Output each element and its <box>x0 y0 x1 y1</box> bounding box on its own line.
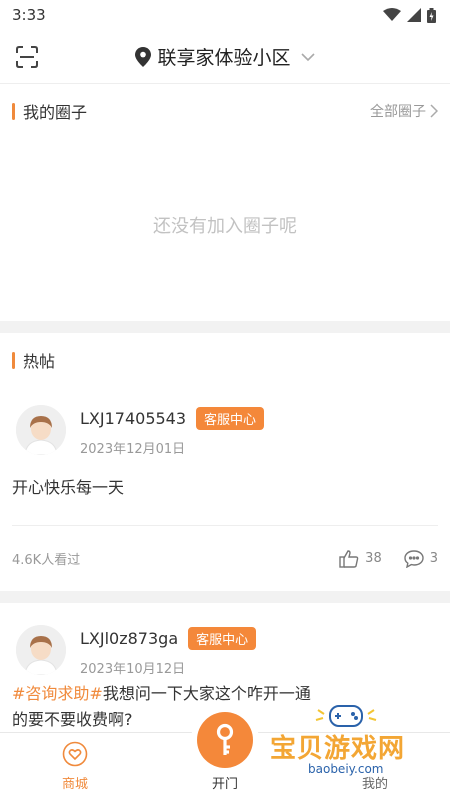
author-row: LXJl0z873ga 客服中心 <box>80 627 257 650</box>
signal-icon <box>407 8 421 22</box>
top-bar: 联享家体验小区 <box>0 30 450 84</box>
hot-posts-title-text: 热帖 <box>23 352 56 371</box>
hot-posts-header: 热帖 <box>0 333 450 387</box>
status-time: 3:33 <box>12 6 46 24</box>
post-divider <box>0 591 450 603</box>
nav-mine-label: 我的 <box>361 777 388 792</box>
location-selector[interactable]: 联享家体验小区 <box>135 43 315 70</box>
topic-tag[interactable]: #咨询求助# <box>12 684 103 703</box>
comment-count: 3 <box>429 551 438 566</box>
location-name: 联享家体验小区 <box>157 47 291 69</box>
post-actions: 38 3 <box>339 549 438 568</box>
author-badge: 客服中心 <box>188 627 257 650</box>
section-accent-bar <box>12 102 15 120</box>
post-header: LXJ17405543 客服中心 2023年12月01日 <box>12 387 438 457</box>
scan-button[interactable] <box>14 44 40 70</box>
avatar-icon <box>16 625 66 675</box>
post-header: LXJl0z873ga 客服中心 2023年10月12日 <box>12 603 438 677</box>
status-icons <box>383 7 436 23</box>
comment-icon <box>404 549 424 568</box>
author-name[interactable]: LXJ17405543 <box>80 409 186 428</box>
like-button[interactable]: 38 <box>339 549 382 568</box>
post-content[interactable]: 开心快乐每一天 <box>12 475 438 501</box>
post-date: 2023年10月12日 <box>80 662 186 677</box>
nav-open-door-label: 开门 <box>211 777 238 792</box>
my-circles-title-text: 我的圈子 <box>23 103 88 122</box>
wifi-icon <box>383 8 401 21</box>
post-item[interactable]: LXJ17405543 客服中心 2023年12月01日 开心快乐每一天 4.6… <box>0 387 450 591</box>
section-accent-bar <box>12 351 15 369</box>
author-row: LXJ17405543 客服中心 <box>80 407 265 430</box>
scan-icon <box>16 46 38 68</box>
section-divider <box>0 321 450 333</box>
post-footer: 4.6K人看过 38 3 <box>12 525 438 591</box>
heart-circle-icon <box>62 741 88 767</box>
post-date: 2023年12月01日 <box>80 442 186 457</box>
location-pin-icon <box>135 46 152 67</box>
chevron-right-icon <box>430 104 438 118</box>
key-icon <box>216 723 234 755</box>
avatar[interactable] <box>16 625 66 675</box>
comment-button[interactable]: 3 <box>404 549 438 568</box>
avatar-icon <box>16 405 66 455</box>
avatar[interactable] <box>16 405 66 455</box>
hot-posts-title: 热帖 <box>12 348 55 372</box>
battery-icon <box>427 7 436 23</box>
open-door-button[interactable] <box>197 712 253 768</box>
post-meta: LXJ17405543 客服中心 2023年12月01日 <box>80 405 265 457</box>
thumbs-up-icon <box>339 549 359 568</box>
my-circles-title: 我的圈子 <box>12 99 87 123</box>
nav-mall-label: 商城 <box>61 777 88 792</box>
post-meta: LXJl0z873ga 客服中心 2023年10月12日 <box>80 625 257 677</box>
empty-circles-message: 还没有加入圈子呢 <box>153 215 297 237</box>
author-badge: 客服中心 <box>196 407 265 430</box>
nav-mine[interactable]: 我的 <box>300 733 450 800</box>
post-content[interactable]: #咨询求助#我想问一下大家这个咋开一通的要不要收费啊? <box>12 681 322 733</box>
chevron-down-icon <box>300 52 315 61</box>
all-circles-link[interactable]: 全部圈子 <box>370 101 438 121</box>
nav-mall[interactable]: 商城 <box>0 733 150 800</box>
author-name[interactable]: LXJl0z873ga <box>80 629 178 648</box>
status-bar: 3:33 <box>0 0 450 30</box>
my-circles-header: 我的圈子 全部圈子 <box>0 84 450 138</box>
like-count: 38 <box>365 551 382 566</box>
view-count: 4.6K人看过 <box>12 553 81 568</box>
post-text: 开心快乐每一天 <box>12 478 125 497</box>
all-circles-label: 全部圈子 <box>370 104 426 120</box>
